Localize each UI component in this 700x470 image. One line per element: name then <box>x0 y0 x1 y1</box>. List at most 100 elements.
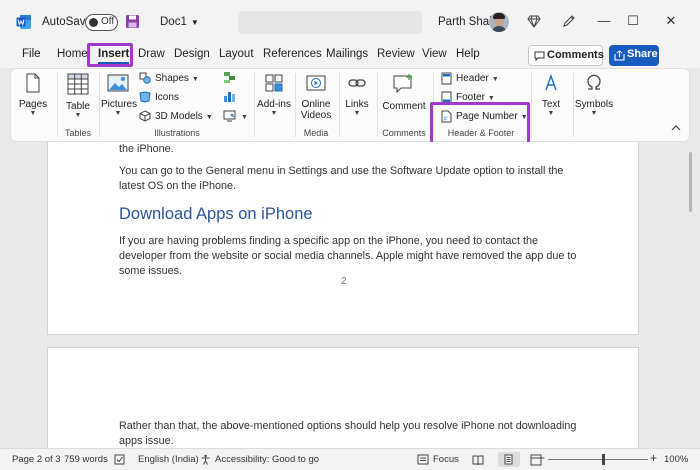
zoom-out-button[interactable]: − <box>538 451 545 465</box>
minimize-button[interactable]: — <box>595 12 613 30</box>
new-comment-button[interactable]: Comment <box>379 73 429 112</box>
symbols-button[interactable]: Symbols ▼ <box>573 73 615 118</box>
search-box[interactable] <box>238 11 422 34</box>
pictures-button[interactable]: Pictures ▼ <box>101 73 137 118</box>
chevron-down-icon: ▼ <box>114 110 122 117</box>
header-button[interactable]: Header ▼ <box>441 71 499 87</box>
media-group-label: Media <box>303 128 329 138</box>
paragraph[interactable]: You can go to the General menu in Settin… <box>119 164 579 194</box>
vertical-scrollbar[interactable] <box>687 142 695 448</box>
zoom-level[interactable]: 100% <box>664 454 688 465</box>
tab-layout[interactable]: Layout <box>219 48 254 60</box>
group-divider <box>433 73 434 137</box>
3d-models-label: 3D Models <box>155 111 203 122</box>
document-name-dropdown[interactable]: Doc1 ▼ <box>160 16 199 28</box>
status-bar: Page 2 of 3 759 words English (India) Ac… <box>0 448 700 470</box>
icons-button[interactable]: Icons <box>139 90 179 106</box>
save-icon[interactable] <box>125 14 140 29</box>
heading-download-apps[interactable]: Download Apps on iPhone <box>119 205 313 224</box>
diamond-icon[interactable] <box>527 14 541 28</box>
chevron-down-icon: ▼ <box>520 114 528 121</box>
chart-icon[interactable] <box>223 90 236 103</box>
illustrations-group-label: Illustrations <box>154 128 200 138</box>
omega-icon <box>587 74 601 90</box>
focus-button[interactable]: Focus <box>417 454 459 465</box>
text-icon <box>545 73 557 91</box>
screenshot-icon[interactable] <box>223 109 236 122</box>
addins-button[interactable]: Add-ins ▼ <box>257 73 291 118</box>
tab-design[interactable]: Design <box>174 48 210 60</box>
avatar[interactable] <box>489 12 509 32</box>
tab-help[interactable]: Help <box>456 48 480 60</box>
footer-button[interactable]: Footer ▼ <box>441 90 495 106</box>
pages-button[interactable]: Pages ▼ <box>15 73 51 118</box>
read-mode-icon[interactable] <box>472 454 484 466</box>
page-count[interactable]: Page 2 of 3 <box>12 454 61 465</box>
document-canvas[interactable]: the iPhone. You can go to the General me… <box>0 142 700 448</box>
text-label: Text <box>541 99 561 110</box>
user-name[interactable]: Parth Shah <box>438 16 496 28</box>
accessibility-status[interactable]: Accessibility: Good to go <box>200 454 319 465</box>
tables-group-label: Tables <box>64 128 91 138</box>
zoom-slider[interactable] <box>548 459 648 460</box>
chevron-down-icon: ▼ <box>241 114 248 121</box>
language[interactable]: English (India) <box>138 454 199 465</box>
proofing-status[interactable] <box>114 454 129 465</box>
3d-models-button[interactable]: 3D Models ▼ <box>139 109 213 125</box>
tab-home[interactable]: Home <box>57 48 88 60</box>
collapse-ribbon-icon[interactable] <box>671 124 681 132</box>
chevron-down-icon: ▼ <box>487 95 495 102</box>
table-button[interactable]: Table ▼ <box>61 73 95 120</box>
group-divider <box>531 73 532 137</box>
zoom-slider-thumb[interactable] <box>602 454 605 465</box>
tab-file[interactable]: File <box>22 48 41 60</box>
smartart-icon[interactable] <box>223 71 236 84</box>
word-count[interactable]: 759 words <box>64 454 108 465</box>
word-logo-icon[interactable] <box>16 14 32 30</box>
group-divider <box>99 73 100 137</box>
print-layout-button[interactable] <box>498 452 520 467</box>
page-number-button[interactable]: # Page Number ▼ <box>441 109 528 125</box>
text-button[interactable]: Text ▼ <box>533 73 569 118</box>
page-number-label: Page Number <box>456 111 518 122</box>
comments-group-label: Comments <box>382 128 426 138</box>
chevron-down-icon: ▼ <box>270 110 278 117</box>
paragraph[interactable]: If you are having problems finding a spe… <box>119 234 579 279</box>
paragraph[interactable]: Rather than that, the above-mentioned op… <box>119 419 579 449</box>
comment-icon <box>534 51 545 61</box>
document-page[interactable]: Rather than that, the above-mentioned op… <box>47 347 639 448</box>
new-comment-icon <box>393 74 412 94</box>
comments-button[interactable]: Comments <box>528 45 604 66</box>
tab-references[interactable]: References <box>263 48 322 60</box>
maximize-button[interactable]: ☐ <box>624 12 642 30</box>
footer-icon <box>441 91 452 104</box>
screenshot-dropdown[interactable]: ▼ <box>238 109 248 125</box>
online-videos-button[interactable]: Online Videos <box>297 73 335 121</box>
pen-icon[interactable] <box>562 14 576 28</box>
shapes-label: Shapes <box>155 73 189 84</box>
insert-ribbon: Pages ▼ Table ▼ Tables Pictures ▼ Shapes… <box>10 68 690 142</box>
zoom-in-button[interactable]: + <box>650 451 657 465</box>
document-page[interactable]: the iPhone. You can go to the General me… <box>47 142 639 335</box>
tab-draw[interactable]: Draw <box>138 48 165 60</box>
tab-view[interactable]: View <box>422 48 447 60</box>
autosave-toggle[interactable]: Off <box>85 14 118 31</box>
symbols-label: Symbols <box>574 99 614 110</box>
chevron-down-icon: ▼ <box>590 110 598 117</box>
tab-review[interactable]: Review <box>377 48 415 60</box>
tab-mailings[interactable]: Mailings <box>326 48 368 60</box>
share-icon <box>614 50 625 61</box>
links-label: Links <box>345 99 369 110</box>
comments-button-label: Comments <box>547 49 604 61</box>
addins-label: Add-ins <box>257 99 291 110</box>
paragraph-fragment[interactable]: the iPhone. <box>119 142 579 157</box>
pages-label: Pages <box>18 99 48 110</box>
links-button[interactable]: Links ▼ <box>341 73 373 118</box>
ribbon-tabs: File Home Insert Draw Design Layout Refe… <box>0 44 700 68</box>
tab-insert[interactable]: Insert <box>98 48 130 64</box>
scrollbar-thumb[interactable] <box>689 152 692 212</box>
close-button[interactable]: ✕ <box>662 12 680 30</box>
share-button[interactable]: Share <box>609 45 659 66</box>
avatar-body <box>491 26 507 32</box>
shapes-button[interactable]: Shapes ▼ <box>139 71 199 87</box>
